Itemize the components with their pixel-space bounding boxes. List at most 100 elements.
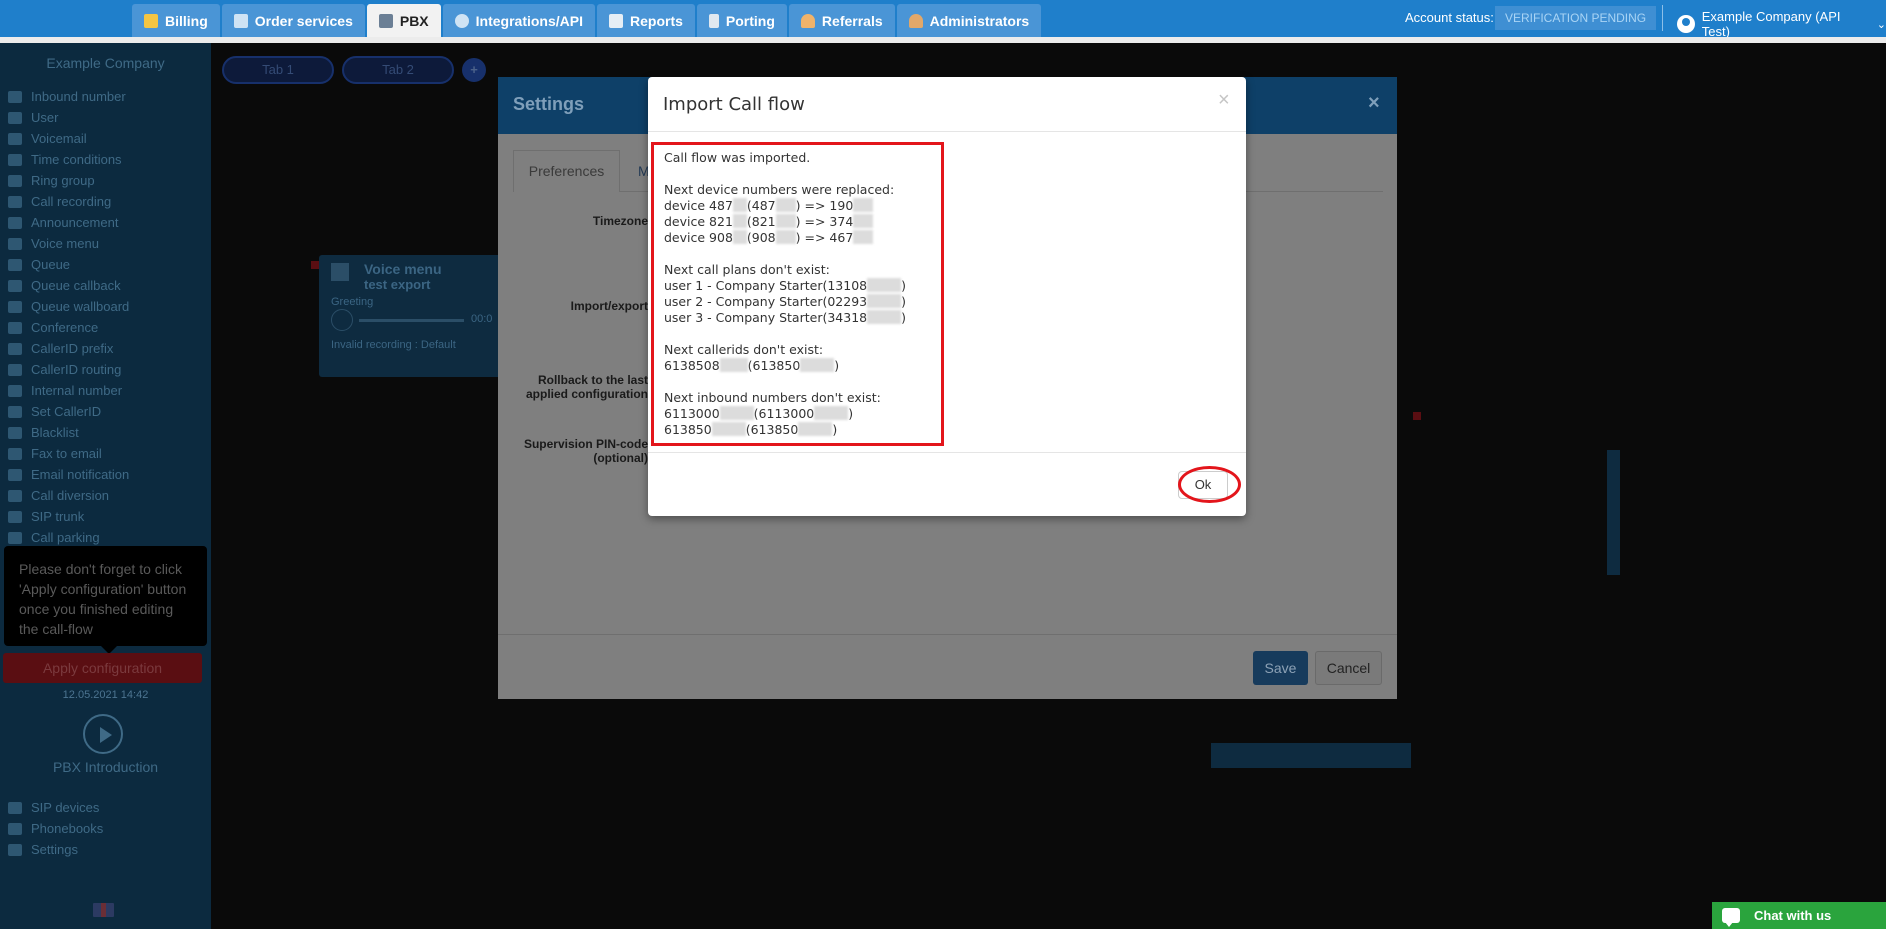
group-icon (8, 174, 22, 187)
sidebar-item-user[interactable]: User (8, 107, 129, 128)
grid-icon (8, 237, 22, 250)
phone-icon (708, 13, 719, 28)
play-icon[interactable] (83, 714, 123, 754)
sidebar-bottom-list: SIP devices Phonebooks Settings (8, 797, 103, 860)
sidebar-item-inbound-number[interactable]: Inbound number (8, 86, 129, 107)
sidebar-item-callerid-prefix[interactable]: CallerID prefix (8, 338, 129, 359)
top-navigation-bar: Billing Order services PBX Integrations/… (0, 0, 1886, 43)
device-row: device 821 (821) => 374 (664, 214, 931, 230)
greeting-label: Greeting (331, 296, 374, 308)
dialog-title: Import Call flow (663, 94, 805, 115)
timezone-label: Timezone (592, 214, 648, 228)
user-menu[interactable]: Example Company (API Test) ⌄ (1677, 9, 1886, 39)
devices-heading: Next device numbers were replaced: (664, 182, 895, 197)
redacted-text (867, 310, 902, 324)
highlight-ring (1178, 466, 1241, 503)
nav-tab-pbx[interactable]: PBX (366, 4, 441, 37)
sidebar-item-phonebooks[interactable]: Phonebooks (8, 818, 103, 839)
sidebar-item-callerid-routing[interactable]: CallerID routing (8, 359, 129, 380)
apply-reminder-tooltip: Please don't forget to click 'Apply conf… (4, 546, 207, 654)
import-result-message: Call flow was imported. Next device numb… (651, 142, 944, 446)
sidebar-item-call-diversion[interactable]: Call diversion (8, 485, 129, 506)
nav-tab-reports[interactable]: Reports (597, 4, 695, 37)
redacted-text (719, 406, 754, 420)
sidebar-item-announcement[interactable]: Announcement (8, 212, 129, 233)
account-status-badge: VERIFICATION PENDING (1495, 6, 1657, 30)
node-title: Voice menu (364, 261, 442, 277)
divider (1662, 5, 1663, 31)
save-button[interactable]: Save (1253, 651, 1308, 685)
nav-tab-order-services[interactable]: Order services (221, 4, 365, 37)
ban-icon (8, 426, 22, 439)
callerids-heading: Next callerids don't exist: (664, 342, 824, 357)
call-flow-node[interactable] (1211, 743, 1411, 768)
play-icon[interactable] (331, 309, 353, 331)
sidebar-item-conference[interactable]: Conference (8, 317, 129, 338)
pbx-introduction-link[interactable]: PBX Introduction (0, 759, 211, 775)
chat-widget[interactable]: Chat with us (1712, 902, 1886, 929)
sidebar-item-call-parking[interactable]: Call parking (8, 527, 129, 548)
uk-flag-icon[interactable] (93, 903, 114, 917)
import-call-flow-dialog: Import Call flow × Call flow was importe… (648, 77, 1246, 516)
rollback-label: Rollback to the last applied configurati… (526, 373, 648, 401)
book-icon (8, 822, 22, 835)
sidebar-item-call-recording[interactable]: Call recording (8, 191, 129, 212)
apply-configuration-button[interactable]: Apply configuration (3, 653, 202, 683)
nav-tab-referrals[interactable]: Referrals (788, 4, 895, 37)
device-row: device 908 (908) => 467 (664, 230, 931, 246)
share-icon (8, 489, 22, 502)
sidebar-item-settings[interactable]: Settings (8, 839, 103, 860)
redacted-text (732, 214, 747, 228)
nav-tab-administrators[interactable]: Administrators (896, 4, 1042, 37)
settings-footer-divider (498, 634, 1397, 635)
nav-tab-billing[interactable]: Billing (132, 4, 220, 37)
device-icon (8, 801, 22, 814)
map-marker-icon (8, 384, 22, 397)
close-icon[interactable]: × (1368, 92, 1380, 115)
sidebar-item-sip-trunk[interactable]: SIP trunk (8, 506, 129, 527)
sidebar-item-email-notification[interactable]: Email notification (8, 464, 129, 485)
company-name: Example Company (46, 55, 165, 71)
audio-progress-bar[interactable] (359, 319, 464, 322)
sidebar-item-time-conditions[interactable]: Time conditions (8, 149, 129, 170)
chevron-down-icon: ⌄ (1876, 18, 1886, 31)
redacted-text (867, 278, 902, 292)
connector-dot (311, 261, 319, 269)
sidebar-item-blacklist[interactable]: Blacklist (8, 422, 129, 443)
plan-row: user 2 - Company Starter(02293) (664, 294, 906, 309)
canvas-tab-1[interactable]: Tab 1 (222, 56, 334, 84)
sidebar-item-ring-group[interactable]: Ring group (8, 170, 129, 191)
close-icon[interactable]: × (1218, 89, 1230, 112)
sidebar-item-queue-callback[interactable]: Queue callback (8, 275, 129, 296)
cancel-button[interactable]: Cancel (1315, 651, 1382, 685)
chat-bubble-icon (1722, 908, 1740, 927)
sidebar-item-queue[interactable]: Queue (8, 254, 129, 275)
sync-icon (454, 13, 469, 28)
nav-tab-integrations[interactable]: Integrations/API (442, 4, 596, 37)
sitemap-icon (8, 363, 22, 376)
gear-icon (8, 843, 22, 856)
call-flow-node[interactable] (1607, 450, 1620, 575)
users-icon (8, 321, 22, 334)
sidebar-item-voicemail[interactable]: Voicemail (8, 128, 129, 149)
device-row: device 487 (487) => 190 (664, 198, 931, 214)
user-icon (8, 111, 22, 124)
sidebar-item-fax-to-email[interactable]: Fax to email (8, 443, 129, 464)
voice-menu-node[interactable]: Voice menu test export Greeting 00:0 Inv… (319, 255, 519, 377)
canvas-tab-2[interactable]: Tab 2 (342, 56, 454, 84)
invalid-recording-row: Invalid recording : Default (331, 339, 456, 351)
last-applied-timestamp: 12.05.2021 14:42 (62, 689, 149, 701)
sidebar-item-queue-wallboard[interactable]: Queue wallboard (8, 296, 129, 317)
user-plus-icon (8, 258, 22, 271)
redacted-text (711, 422, 746, 436)
redacted-text (719, 358, 748, 372)
add-tab-button[interactable]: + (462, 58, 486, 82)
inbound-heading: Next inbound numbers don't exist: (664, 390, 881, 405)
sidebar-item-set-callerid[interactable]: Set CallerID (8, 401, 129, 422)
sidebar-item-internal-number[interactable]: Internal number (8, 380, 129, 401)
tab-preferences[interactable]: Preferences (513, 150, 620, 192)
nav-tab-porting[interactable]: Porting (696, 4, 787, 37)
node-subtitle: test export (364, 277, 431, 292)
sidebar-item-voice-menu[interactable]: Voice menu (8, 233, 129, 254)
sidebar-item-sip-devices[interactable]: SIP devices (8, 797, 103, 818)
